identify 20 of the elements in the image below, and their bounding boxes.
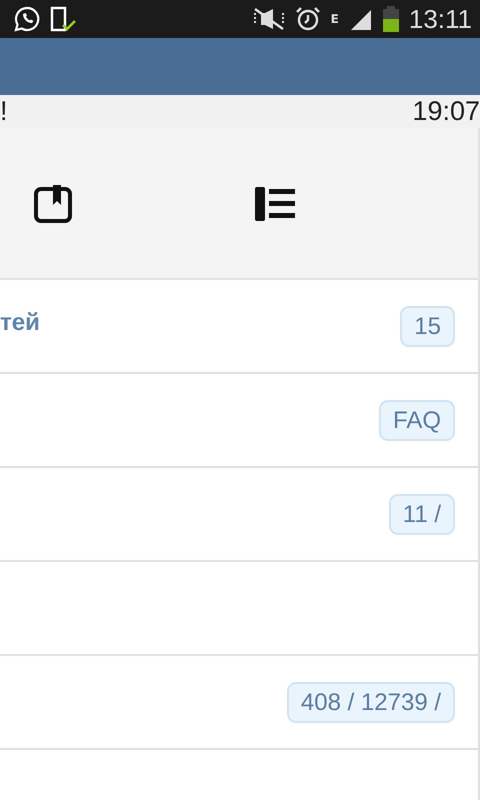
signal-icon <box>348 8 373 30</box>
list-row[interactable]: 408 / 12739 / <box>0 656 480 750</box>
alarm-icon <box>294 6 321 32</box>
count-badge: 15 <box>400 306 455 346</box>
info-text: ! <box>0 95 8 128</box>
list-row[interactable]: тей 15 <box>0 280 480 374</box>
row-title: тей <box>0 309 40 337</box>
battery-icon <box>382 6 399 32</box>
clock: 13:11 <box>408 4 472 34</box>
list-row[interactable]: FAQ <box>0 374 480 468</box>
phone-check-icon <box>50 6 78 32</box>
time-label: 19:07 <box>412 95 480 128</box>
bookmark-icon[interactable] <box>32 183 72 223</box>
list-row[interactable]: 11 / <box>0 468 480 562</box>
count-badge: 408 / 12739 / <box>286 682 455 722</box>
count-badge: 11 / <box>388 494 455 534</box>
mute-icon <box>252 7 285 31</box>
count-badge: FAQ <box>378 400 455 440</box>
chat-bubble-icon <box>14 6 40 32</box>
network-type-label: E <box>330 12 339 26</box>
